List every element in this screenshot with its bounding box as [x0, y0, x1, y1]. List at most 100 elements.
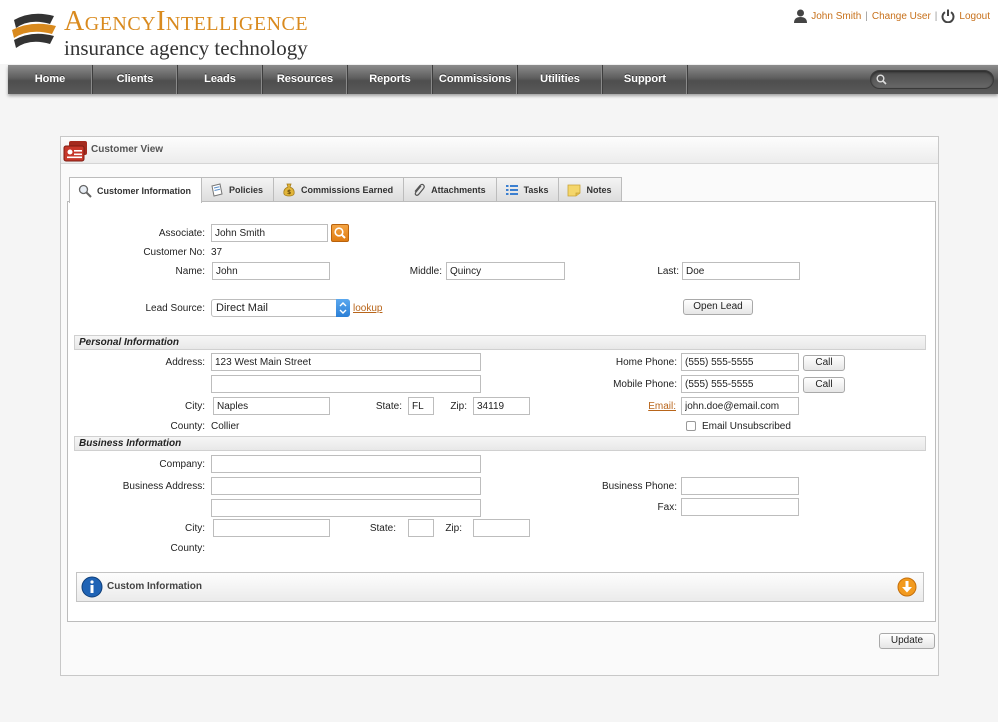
tab-bar: Customer Information Policies $ Commissi…	[69, 177, 623, 203]
business-county-label: County:	[170, 543, 205, 554]
business-state-input[interactable]	[408, 519, 434, 537]
search-icon	[876, 74, 887, 85]
tab-commissions-earned[interactable]: $ Commissions Earned	[273, 177, 405, 202]
email-input[interactable]	[681, 397, 799, 415]
middle-name-input[interactable]	[446, 262, 565, 280]
tab-label: Commissions Earned	[301, 185, 394, 195]
business-information-header: Business Information	[74, 436, 926, 451]
nav-resources[interactable]: Resources	[263, 65, 348, 94]
nav-search-input[interactable]	[891, 72, 989, 87]
separator: |	[865, 10, 868, 22]
nav-home[interactable]: Home	[8, 65, 93, 94]
name-label: Name:	[175, 266, 205, 277]
agency-intelligence-logo[interactable]: AgencyIntelligence insurance agency tech…	[8, 4, 340, 62]
panel-title: Customer View	[91, 144, 164, 155]
expand-arrow-icon[interactable]	[897, 577, 917, 597]
fax-label: Fax:	[657, 502, 677, 513]
tab-attachments[interactable]: Attachments	[403, 177, 497, 202]
home-phone-input[interactable]	[681, 353, 799, 371]
customer-no-value: 37	[211, 247, 223, 258]
call-home-button[interactable]: Call	[803, 355, 845, 371]
address-line2-input[interactable]	[211, 375, 481, 393]
associate-input[interactable]	[211, 224, 328, 242]
note-icon	[568, 184, 581, 197]
tab-label: Policies	[229, 185, 264, 195]
state-input[interactable]	[408, 397, 434, 415]
personal-information-header: Personal Information	[74, 335, 926, 350]
lead-source-value: Direct Mail	[216, 302, 268, 314]
nav-search-box[interactable]	[870, 70, 994, 89]
zip-input[interactable]	[473, 397, 530, 415]
nav-commissions[interactable]: Commissions	[433, 65, 518, 94]
call-mobile-button[interactable]: Call	[803, 377, 845, 393]
tab-policies[interactable]: Policies	[201, 177, 275, 202]
city-input[interactable]	[213, 397, 330, 415]
search-icon	[334, 227, 346, 239]
separator: |	[934, 10, 938, 22]
email-unsubscribed-label: Email Unsubscribed	[702, 421, 791, 432]
email-link[interactable]: Email:	[648, 401, 676, 412]
user-icon	[794, 9, 808, 23]
associate-search-button[interactable]	[331, 224, 349, 242]
county-value: Collier	[211, 421, 240, 432]
money-bag-icon: $	[283, 183, 295, 197]
brand-subtitle: insurance agency technology	[64, 36, 308, 60]
tab-label: Notes	[586, 185, 612, 195]
userbar: John Smith | Change User | Logout	[794, 9, 990, 23]
business-phone-label: Business Phone:	[601, 481, 677, 492]
tab-label: Tasks	[523, 185, 549, 195]
magnifier-icon	[78, 184, 92, 198]
zip-label: Zip:	[450, 401, 467, 412]
email-unsubscribed-checkbox[interactable]	[686, 421, 696, 431]
power-icon[interactable]	[941, 9, 955, 23]
address-label: Address:	[165, 357, 205, 368]
lookup-link[interactable]: lookup	[353, 303, 382, 314]
paperclip-icon	[414, 183, 425, 196]
lead-source-select[interactable]: Direct Mail	[211, 299, 350, 317]
mobile-phone-label: Mobile Phone:	[613, 379, 677, 390]
business-zip-input[interactable]	[473, 519, 530, 537]
address-line1-input[interactable]	[211, 353, 481, 371]
tab-label: Customer Information	[97, 185, 192, 196]
business-zip-label: Zip:	[445, 523, 462, 534]
update-button[interactable]: Update	[879, 633, 935, 649]
header: AgencyIntelligence insurance agency tech…	[0, 0, 998, 64]
fax-input[interactable]	[681, 498, 799, 516]
logout-link[interactable]: Logout	[959, 11, 990, 22]
custom-information-title: Custom Information	[107, 581, 202, 592]
middle-label: Middle:	[409, 266, 442, 277]
current-user-link[interactable]: John Smith	[811, 11, 861, 22]
business-phone-input[interactable]	[681, 477, 799, 495]
up-down-chevron-icon	[339, 302, 347, 314]
state-label: State:	[375, 401, 402, 412]
nav-leads[interactable]: Leads	[178, 65, 263, 94]
nav-reports[interactable]: Reports	[348, 65, 433, 94]
customer-information-content: Associate: Customer No: 37 Name: Middle:…	[67, 201, 936, 622]
nav-clients[interactable]: Clients	[93, 65, 178, 94]
first-name-input[interactable]	[212, 262, 330, 280]
open-lead-button[interactable]: Open Lead	[683, 299, 753, 315]
panel-header: Customer View	[61, 137, 938, 164]
tab-customer-information[interactable]: Customer Information	[69, 177, 203, 203]
tab-notes[interactable]: Notes	[558, 177, 623, 202]
tab-label: Attachments	[431, 185, 486, 195]
select-arrow	[336, 299, 350, 317]
business-city-label: City:	[185, 523, 205, 534]
mobile-phone-input[interactable]	[681, 375, 799, 393]
change-user-link[interactable]: Change User	[872, 11, 931, 22]
business-state-label: State:	[369, 523, 396, 534]
last-name-input[interactable]	[682, 262, 800, 280]
brand-title: AgencyIntelligence	[64, 6, 309, 37]
custom-information-bar[interactable]: Custom Information	[76, 572, 924, 602]
nav-utilities[interactable]: Utilities	[518, 65, 603, 94]
last-label: Last:	[657, 266, 679, 277]
company-input[interactable]	[211, 455, 481, 473]
business-address-line1-input[interactable]	[211, 477, 481, 495]
task-list-icon	[505, 185, 518, 195]
tab-tasks[interactable]: Tasks	[495, 177, 560, 202]
business-city-input[interactable]	[213, 519, 330, 537]
business-address-line2-input[interactable]	[211, 499, 481, 517]
nav-support[interactable]: Support	[603, 65, 688, 94]
associate-label: Associate:	[158, 228, 205, 239]
county-label: County:	[170, 421, 205, 432]
